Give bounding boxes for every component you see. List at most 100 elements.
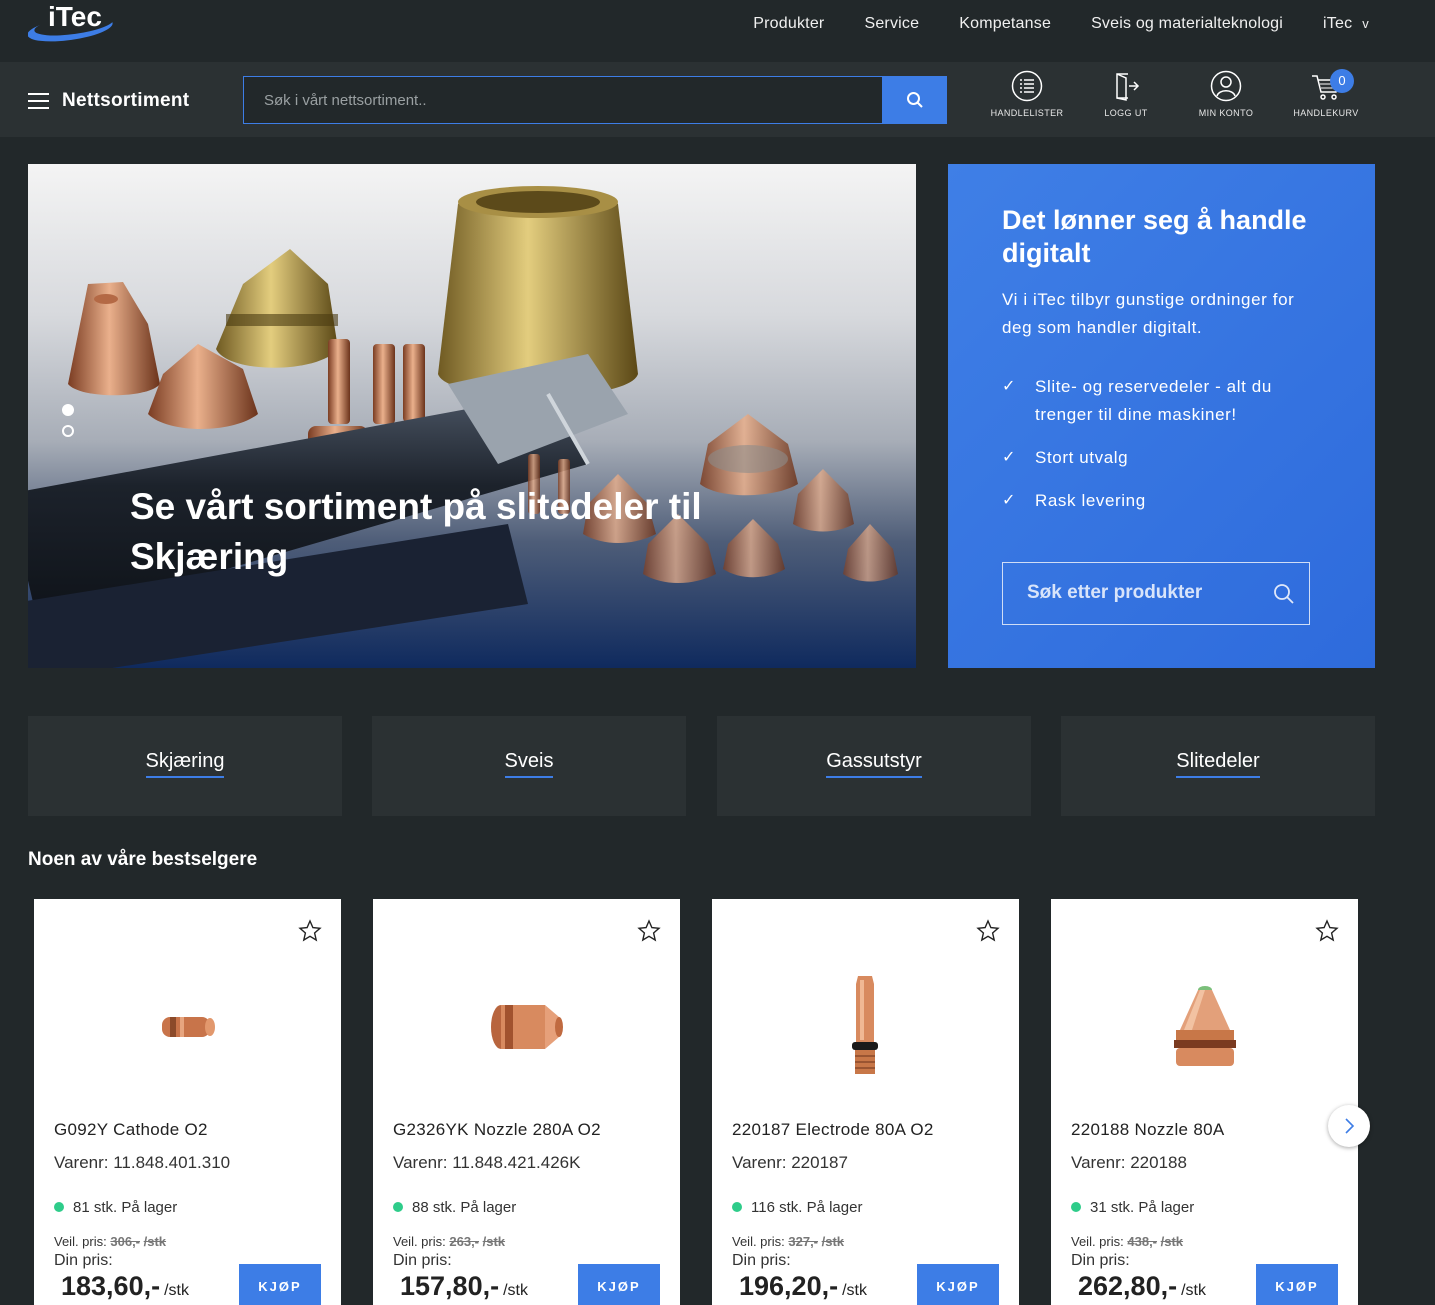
category-skjaering[interactable]: Skjæring [28, 716, 342, 816]
promo-benefit-text: Rask levering [1035, 491, 1146, 510]
product-card[interactable]: G092Y Cathode O2 Varenr: 11.848.401.310 … [34, 899, 341, 1305]
search-icon[interactable] [1273, 583, 1295, 605]
category-sveis[interactable]: Sveis [372, 716, 686, 816]
din-pris-label: Din pris: [1071, 1252, 1130, 1269]
product-sku: Varenr: 220187 [732, 1153, 848, 1172]
buy-button[interactable]: KJØP [239, 1264, 321, 1305]
price-unit: /stk [842, 1282, 867, 1299]
search-button[interactable] [882, 76, 947, 124]
handlelister-button[interactable]: HANDLELISTER [982, 70, 1072, 118]
category-label: Skjæring [145, 750, 225, 778]
buy-button[interactable]: KJØP [578, 1264, 660, 1305]
min-konto-button[interactable]: MIN KONTO [1181, 70, 1271, 118]
product-card[interactable]: G2326YK Nozzle 280A O2 Varenr: 11.848.42… [373, 899, 680, 1305]
nav-sveis-og-materialteknologi[interactable]: Sveis og materialteknologi [1091, 15, 1283, 33]
veil-price: Veil. pris: 438,- /stk [1071, 1234, 1183, 1249]
veil-price-value: 327,- [788, 1234, 819, 1249]
product-card[interactable]: 220188 Nozzle 80A Varenr: 220188 31 stk.… [1051, 899, 1358, 1305]
hamburger-menu-icon[interactable] [28, 93, 49, 109]
nozzle-part-image [490, 1004, 563, 1049]
handlelister-label: HANDLELISTER [990, 108, 1064, 118]
category-slitedeler[interactable]: Slitedeler [1061, 716, 1375, 816]
promo-search-placeholder: Søk etter produkter [1027, 582, 1203, 603]
logg-ut-button[interactable]: LOGG UT [1081, 70, 1171, 118]
hero-carousel[interactable]: Se vårt sortiment på slitedeler til Skjæ… [28, 164, 916, 668]
logout-icon [1116, 73, 1140, 101]
nav-produkter[interactable]: Produkter [753, 15, 824, 33]
star-favorite-icon[interactable] [298, 919, 322, 943]
stock-text: 31 stk. På lager [1090, 1199, 1195, 1216]
promo-search-input[interactable]: Søk etter produkter [1002, 562, 1310, 625]
hero-title[interactable]: Se vårt sortiment på slitedeler til Skjæ… [130, 482, 790, 582]
electrode-part-image [851, 975, 878, 1074]
buy-button[interactable]: KJØP [917, 1264, 999, 1305]
din-pris-label: Din pris: [54, 1252, 113, 1269]
stock-text: 116 stk. På lager [751, 1199, 863, 1216]
check-icon: ✓ [1002, 492, 1017, 509]
promo-heading: Det lønner seg å handle digitalt [1002, 205, 1307, 268]
veil-price-unit: /stk [821, 1234, 845, 1249]
carousel-dot-2[interactable] [62, 425, 74, 437]
promo-benefits-list: ✓ Slite- og reservedeler - alt du trenger… [1002, 373, 1322, 530]
stock-status: 88 stk. På lager [393, 1199, 516, 1216]
in-stock-dot-icon [393, 1202, 403, 1212]
product-image[interactable] [1051, 959, 1358, 1094]
product-name[interactable]: G092Y Cathode O2 [54, 1120, 208, 1140]
in-stock-dot-icon [732, 1202, 742, 1212]
stock-text: 81 stk. På lager [73, 1199, 178, 1216]
product-image[interactable] [373, 959, 680, 1094]
stock-status: 81 stk. På lager [54, 1199, 177, 1216]
product-image[interactable] [34, 959, 341, 1094]
veil-price: Veil. pris: 327,- /stk [732, 1234, 844, 1249]
din-pris-label: Din pris: [393, 1252, 452, 1269]
buy-button[interactable]: KJØP [1256, 1264, 1338, 1305]
promo-benefit-text: Stort utvalg [1035, 448, 1129, 467]
promo-benefit: ✓ Rask levering [1002, 487, 1322, 515]
country-selector[interactable]: iTec v [1323, 15, 1369, 33]
product-price: 196,20,-/stk [739, 1271, 867, 1302]
product-name[interactable]: 220187 Electrode 80A O2 [732, 1120, 934, 1140]
stock-status: 116 stk. På lager [732, 1199, 862, 1216]
search-input[interactable] [244, 77, 882, 123]
user-icon [1210, 70, 1242, 102]
price-unit: /stk [164, 1282, 189, 1299]
category-label: Slitedeler [1176, 750, 1260, 778]
check-icon: ✓ [1002, 378, 1017, 395]
in-stock-dot-icon [1071, 1202, 1081, 1212]
veil-label: Veil. pris: [1071, 1234, 1124, 1249]
handlekurv-button[interactable]: HANDLEKURV [1281, 70, 1371, 118]
product-name[interactable]: G2326YK Nozzle 280A O2 [393, 1120, 601, 1140]
product-card[interactable]: 220187 Electrode 80A O2 Varenr: 220187 1… [712, 899, 1019, 1305]
promo-benefit: ✓ Stort utvalg [1002, 444, 1322, 472]
in-stock-dot-icon [54, 1202, 64, 1212]
promo-intro: Vi i iTec tilbyr gunstige ordninger for … [1002, 290, 1295, 337]
star-favorite-icon[interactable] [637, 919, 661, 943]
promo-benefit: ✓ Slite- og reservedeler - alt du trenger… [1002, 373, 1322, 429]
din-pris-label: Din pris: [732, 1252, 791, 1269]
veil-price-value: 438,- [1127, 1234, 1158, 1249]
search-icon [906, 92, 923, 108]
nav-kompetanse[interactable]: Kompetanse [959, 15, 1051, 33]
veil-label: Veil. pris: [732, 1234, 785, 1249]
carousel-next-button[interactable] [1328, 1105, 1370, 1147]
cart-count-badge: 0 [1330, 69, 1354, 93]
star-favorite-icon[interactable] [976, 919, 1000, 943]
nav-service[interactable]: Service [864, 15, 919, 33]
bestsellers-heading: Noen av våre bestselgere [28, 849, 258, 870]
category-gassutstyr[interactable]: Gassutstyr [717, 716, 1031, 816]
veil-price-unit: /stk [1160, 1234, 1184, 1249]
product-sku: Varenr: 220188 [1071, 1153, 1187, 1172]
price-value: 157,80,- [400, 1271, 500, 1301]
itec-logo[interactable]: iTec [28, 0, 118, 44]
carousel-dot-1[interactable] [62, 404, 74, 416]
top-nav: Produkter Service Kompetanse Sveis og ma… [753, 15, 1369, 33]
cathode-part-image [161, 1016, 215, 1037]
product-price: 262,80,-/stk [1078, 1271, 1206, 1302]
veil-price: Veil. pris: 306,- /stk [54, 1234, 166, 1249]
veil-price: Veil. pris: 263,- /stk [393, 1234, 505, 1249]
star-favorite-icon[interactable] [1315, 919, 1339, 943]
product-image[interactable] [712, 959, 1019, 1094]
product-name[interactable]: 220188 Nozzle 80A [1071, 1120, 1225, 1140]
product-sku: Varenr: 11.848.401.310 [54, 1153, 231, 1172]
nettsortiment-menu-label[interactable]: Nettsortiment [62, 90, 189, 112]
